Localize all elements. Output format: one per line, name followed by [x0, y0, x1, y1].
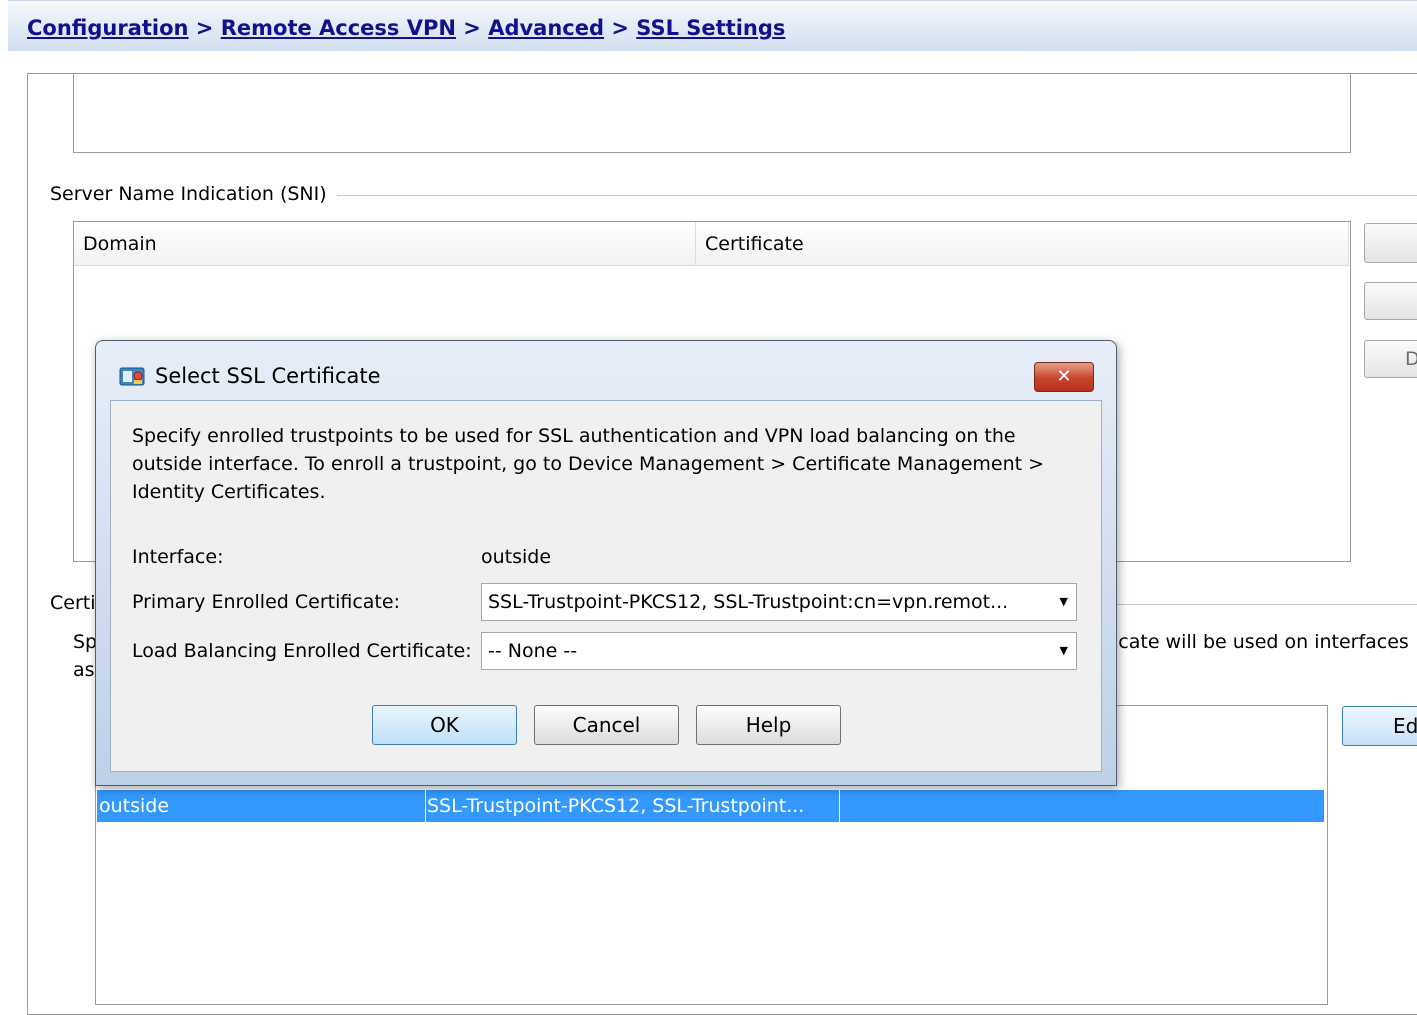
- row-interface-cell: outside: [99, 790, 426, 822]
- sni-group-label: Server Name Indication (SNI): [50, 183, 337, 205]
- top-list-box[interactable]: [73, 73, 1351, 153]
- certificate-icon: [119, 367, 145, 386]
- certificates-description-line2: as: [73, 659, 95, 681]
- dialog-title: Select SSL Certificate: [155, 364, 381, 388]
- primary-certificate-label: Primary Enrolled Certificate:: [132, 591, 400, 613]
- load-balancing-certificate-value: -- None --: [488, 640, 578, 662]
- sni-group-divider: [330, 195, 1417, 196]
- help-button[interactable]: Help: [696, 705, 841, 745]
- primary-certificate-select[interactable]: SSL-Trustpoint-PKCS12, SSL-Trustpoint:cn…: [481, 583, 1077, 621]
- certificates-description-end: icate will be used on interfaces: [1113, 631, 1409, 653]
- sni-column-domain[interactable]: Domain: [74, 222, 696, 266]
- certificates-description-start: Sp: [73, 631, 98, 653]
- sni-edit-button[interactable]: [1364, 282, 1417, 320]
- sni-add-button[interactable]: [1364, 223, 1417, 263]
- load-balancing-certificate-select[interactable]: -- None -- ▼: [481, 632, 1077, 670]
- interface-label: Interface:: [132, 546, 224, 568]
- load-balancing-certificate-label: Load Balancing Enrolled Certificate:: [132, 640, 472, 662]
- breadcrumb-separator: >: [463, 16, 481, 40]
- certificates-group-divider: [1113, 604, 1417, 605]
- dialog-description: Specify enrolled trustpoints to be used …: [132, 425, 1045, 503]
- close-icon[interactable]: ✕: [1034, 362, 1094, 392]
- certificates-group-label: Certi: [50, 592, 96, 614]
- edit-button[interactable]: Ed: [1342, 706, 1417, 746]
- breadcrumb-separator: >: [195, 16, 214, 40]
- breadcrumb-remote-access-vpn-link[interactable]: Remote Access VPN: [221, 16, 456, 40]
- sni-column-certificate[interactable]: Certificate: [696, 222, 1349, 266]
- interface-value: outside: [481, 546, 552, 568]
- chevron-down-icon[interactable]: ▼: [1060, 584, 1068, 620]
- table-row[interactable]: outside SSL-Trustpoint-PKCS12, SSL-Trust…: [97, 790, 1324, 822]
- breadcrumb-separator: >: [611, 16, 629, 40]
- chevron-down-icon[interactable]: ▼: [1060, 633, 1068, 669]
- breadcrumb: Configuration > Remote Access VPN > Adva…: [27, 16, 785, 40]
- primary-certificate-value: SSL-Trustpoint-PKCS12, SSL-Trustpoint:cn…: [488, 591, 1009, 613]
- sni-delete-button[interactable]: D: [1364, 340, 1417, 378]
- breadcrumb-advanced-link[interactable]: Advanced: [488, 16, 604, 40]
- ok-button[interactable]: OK: [372, 705, 517, 745]
- cancel-button[interactable]: Cancel: [534, 705, 679, 745]
- breadcrumb-ssl-settings-link[interactable]: SSL Settings: [636, 16, 785, 40]
- row-certificate-cell: SSL-Trustpoint-PKCS12, SSL-Trustpoint...: [427, 790, 840, 822]
- breadcrumb-configuration-link[interactable]: Configuration: [27, 16, 188, 40]
